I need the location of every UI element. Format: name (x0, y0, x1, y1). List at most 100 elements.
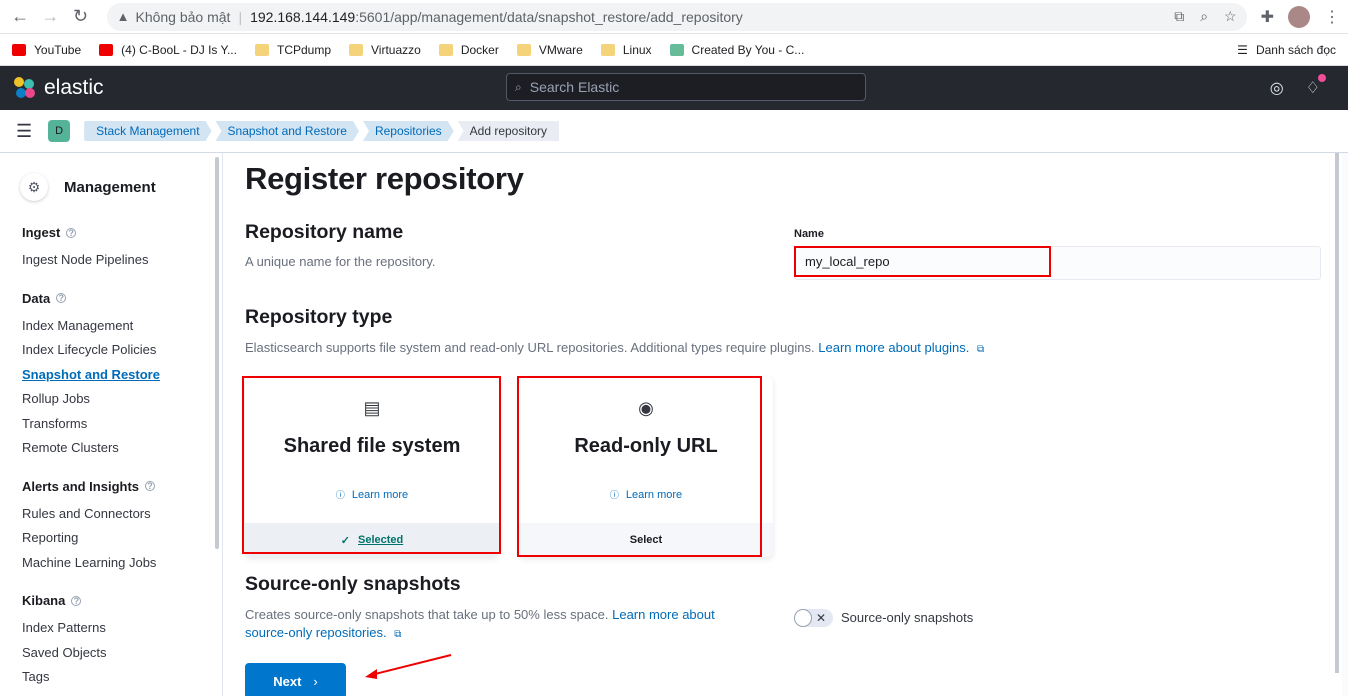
search-icon: ⌕ (515, 79, 522, 94)
menu-icon[interactable]: ⋮ (1324, 7, 1340, 27)
page-scrollbar[interactable] (1335, 153, 1339, 673)
repo-type-card-fs[interactable]: ▤ Shared file system ⓘ Learn more ✓ Select… (245, 377, 499, 557)
folder-icon (349, 43, 364, 56)
nav-group-data: Data? Index Management Index Lifecycle P… (22, 291, 222, 461)
chevron-right-icon: › (313, 673, 318, 689)
close-icon: ✕ (816, 611, 827, 625)
info-icon: ⓘ (335, 490, 345, 500)
external-link-icon: ⧉ (976, 344, 985, 355)
help-icon: ? (66, 227, 77, 238)
sidebar-item-index-patterns[interactable]: Index Patterns (22, 616, 222, 641)
folder-icon (600, 43, 615, 56)
bookmark-tcpdump[interactable]: TCPdump (254, 43, 331, 57)
repository-name-input[interactable]: my_local_repo (794, 246, 1051, 277)
back-icon[interactable]: ← (8, 4, 32, 30)
page-content: Register repository Repository name A un… (222, 153, 1348, 696)
youtube-icon (99, 43, 114, 56)
address-bar[interactable]: ▲ Không bảo mật | 192.168.144.149:5601/a… (106, 2, 1247, 31)
bookmark-youtube[interactable]: YouTube (12, 43, 81, 57)
help-icon[interactable]: ◎ (1270, 78, 1284, 98)
help-icon: ? (145, 481, 156, 491)
notification-dot (1318, 74, 1326, 82)
sidenav-title: Management (64, 178, 156, 196)
nav-group-title: Data (22, 290, 51, 306)
bookmark-vmware[interactable]: VMware (516, 43, 583, 57)
card-select-button[interactable]: Select (519, 523, 773, 557)
created-icon (669, 43, 684, 56)
plugins-link[interactable]: Learn more about plugins. (818, 340, 969, 355)
space-avatar[interactable]: D (48, 120, 71, 142)
learn-more-link[interactable]: ⓘ Learn more (245, 488, 499, 501)
sidebar-item-index-management[interactable]: Index Management (22, 314, 222, 339)
breadcrumb-add-repository: Add repository (457, 121, 560, 141)
nav-group-ingest: Ingest? Ingest Node Pipelines (22, 225, 222, 273)
source-only-toggle[interactable]: ✕ (794, 609, 833, 627)
bookmark-cbool[interactable]: (4) C-BooL - DJ Is Y... (99, 43, 237, 57)
breadcrumb-repositories[interactable]: Repositories (363, 121, 454, 141)
sidebar-item-ilm[interactable]: Index Lifecycle Policies (22, 338, 222, 363)
bookmark-docker[interactable]: Docker (438, 43, 499, 57)
translate-icon[interactable]: ⧉ (1174, 8, 1184, 25)
zoom-icon[interactable]: ⌕ (1200, 8, 1208, 25)
hamburger-icon[interactable]: ☰ (16, 121, 32, 142)
repo-type-heading: Repository type (245, 306, 393, 328)
eye-icon: ◉ (638, 398, 654, 418)
newsfeed-icon[interactable]: ♢ (1306, 74, 1326, 98)
nav-group-kibana: Kibana? Index Patterns Saved Objects Tag… (22, 593, 222, 690)
sidebar-item-saved-objects[interactable]: Saved Objects (22, 641, 222, 666)
repo-type-card-url[interactable]: ◉ Read-only URL ⓘ Learn more Select (519, 377, 773, 557)
extensions-icon[interactable]: ✚ (1261, 7, 1274, 27)
name-field-label: Name (794, 228, 824, 240)
bookmark-linux[interactable]: Linux (600, 43, 652, 57)
sidebar-item-transforms[interactable]: Transforms (22, 412, 222, 437)
sidebar-item-snapshot-restore[interactable]: Snapshot and Restore (22, 363, 222, 388)
sidebar-item-rollup-jobs[interactable]: Rollup Jobs (22, 387, 222, 412)
sidebar-item-rules-connectors[interactable]: Rules and Connectors (22, 502, 222, 527)
folder-icon (516, 43, 531, 56)
annotation-arrow (365, 654, 452, 679)
source-only-link[interactable]: source-only repositories. (245, 625, 387, 640)
gear-icon: ⚙ (20, 173, 48, 201)
toggle-label: Source-only snapshots (841, 610, 974, 625)
next-button[interactable]: Next › (245, 663, 346, 696)
source-only-link[interactable]: Learn more about (612, 607, 715, 622)
nav-group-title: Kibana (22, 593, 66, 608)
reload-icon[interactable]: ↻ (68, 4, 92, 30)
sidenav-scrollbar[interactable] (215, 157, 219, 549)
bookmarks-bar: YouTube (4) C-BooL - DJ Is Y... TCPdump … (0, 34, 1348, 66)
profile-avatar[interactable] (1288, 5, 1311, 28)
bookmark-created[interactable]: Created By You - C... (669, 43, 804, 57)
card-title: Read-only URL (574, 435, 718, 457)
url-path: :5601/app/management/data/snapshot_resto… (355, 8, 743, 25)
card-select-button[interactable]: ✓ Selected (245, 523, 499, 557)
sidebar-item-tags[interactable]: Tags (22, 665, 222, 690)
card-title: Shared file system (283, 435, 461, 457)
bookmark-virtuazzo[interactable]: Virtuazzo (349, 43, 421, 57)
repo-name-heading: Repository name (245, 221, 404, 243)
sidebar-item-ingest-pipelines[interactable]: Ingest Node Pipelines (22, 248, 222, 273)
sidebar-item-remote-clusters[interactable]: Remote Clusters (22, 436, 222, 461)
external-link-icon: ⧉ (394, 629, 402, 640)
search-input[interactable]: ⌕ Search Elastic (506, 73, 866, 101)
url-host: 192.168.144.149 (250, 8, 356, 25)
reading-list[interactable]: ☰ Danh sách đọc (1237, 43, 1336, 57)
help-icon: ? (71, 595, 82, 606)
browser-toolbar: ← → ↻ ▲ Không bảo mật | 192.168.144.149:… (0, 0, 1348, 34)
breadcrumb-stack-management[interactable]: Stack Management (84, 121, 211, 141)
forward-icon[interactable]: → (38, 4, 62, 30)
sidebar-item-reporting[interactable]: Reporting (22, 526, 222, 551)
elastic-logo[interactable]: elastic (14, 76, 104, 100)
repo-name-description: A unique name for the repository. (245, 254, 436, 269)
star-icon[interactable]: ☆ (1224, 8, 1237, 25)
divider: | (238, 8, 243, 25)
breadcrumb-snapshot-restore[interactable]: Snapshot and Restore (216, 121, 359, 141)
folder-icon (254, 43, 269, 56)
learn-more-link[interactable]: ⓘ Learn more (519, 488, 773, 501)
nav-group-title: Alerts and Insights (22, 478, 140, 494)
page-title: Register repository (245, 161, 524, 196)
storage-icon: ▤ (363, 398, 381, 418)
info-icon: ⓘ (609, 490, 619, 500)
toggle-knob (794, 609, 812, 627)
check-icon: ✓ (340, 534, 350, 547)
sidebar-item-ml-jobs[interactable]: Machine Learning Jobs (22, 551, 222, 576)
